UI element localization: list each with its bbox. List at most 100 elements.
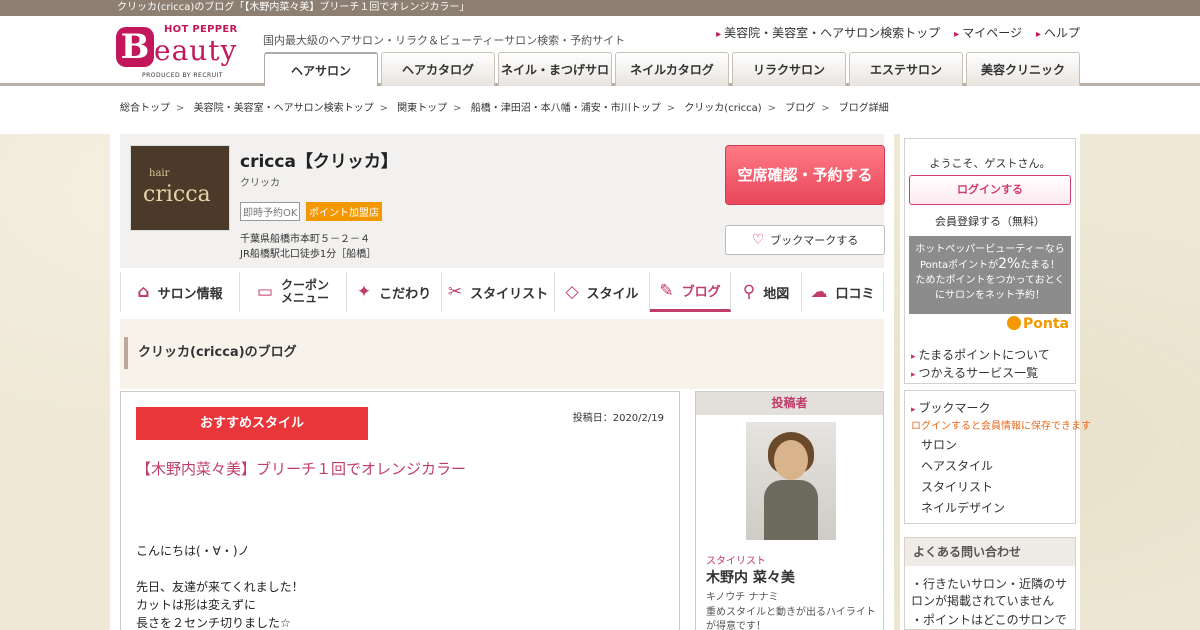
salon-nav-label: 地図 [763,286,790,302]
salon-logo-name-text: cricca [143,182,211,207]
tab-relax-salon[interactable]: リラクサロン [732,52,846,86]
ponta-line: ホットペッパービューティーなら [915,244,1065,255]
salon-nav-label: サロン情報 [157,286,223,302]
body-line: カットは形は変えずに [136,598,257,612]
ponta-logo: Ponta [1007,316,1069,332]
bookmark-item-hairstyle[interactable]: ヘアスタイル [921,457,993,474]
pencil-icon: ✎ [659,280,674,301]
welcome-text: ようこそ、ゲストさん。 [929,157,1051,170]
bookmark-item-nail[interactable]: ネイルデザイン [921,499,1005,516]
faq-item[interactable]: 行きたいサロン・近隣のサロンが掲載されていません [911,576,1071,610]
ponta-banner[interactable]: ホットペッパービューティーなら Pontaポイントが2%たまる！ ためたポイント… [909,236,1071,314]
point-link-services[interactable]: つかえるサービス一覧 [911,364,1039,381]
logo-b-mark: B [116,27,154,67]
bookmark-label: ブックマークする [770,234,859,247]
salon-nav-reviews[interactable]: ☁ 口コミ [802,272,884,312]
poster-name[interactable]: 木野内 菜々美 [706,567,795,587]
breadcrumb-item[interactable]: 関東トップ [397,103,447,114]
ponta-face-icon [1007,316,1021,330]
breadcrumb-item[interactable]: 美容院・美容室・ヘアサロン検索トップ [194,103,374,114]
bookmark-button[interactable]: ♡ ブックマークする [725,225,885,255]
hotpepper-beauty-logo[interactable]: HOT PEPPER B eauty PRODUCED BY RECRUIT [116,22,248,80]
body-line [136,560,304,578]
salon-address: 千葉県船橋市本町５－２－４ [240,234,370,245]
sparkle-icon: ✦ [356,282,372,302]
category-badge[interactable]: おすすめスタイル [136,407,368,440]
salon-nav-label: スタイリスト [470,286,549,302]
bookmark-note: ログインすると会員情報に保存できます [911,421,1091,432]
breadcrumb-item[interactable]: ブログ [785,103,815,114]
ponta-line: にサロンをネット予約！ [935,290,1045,301]
salon-name: cricca【クリッカ】 [240,152,398,172]
logo-produced-by: PRODUCED BY RECRUIT [142,72,224,79]
salon-nav-label: スタイル [586,286,639,302]
breadcrumb: 総合トップ > 美容院・美容室・ヘアサロン検索トップ > 関東トップ > 船橋・津田沼… [0,86,1200,134]
salon-nav-style[interactable]: ◇ スタイル [555,272,650,312]
salon-nav-label: ブログ [681,285,721,300]
salon-nav-coupon[interactable]: ▭ クーポン メニュー [240,272,347,312]
body-line: こんにちは(・∀・)ノ [136,544,250,558]
header-link-search-top[interactable]: 美容院・美容室・ヘアサロン検索トップ [716,24,940,41]
bookmark-item-stylist[interactable]: スタイリスト [921,478,993,495]
tab-hair-salon[interactable]: ヘアサロン [264,52,378,86]
ponta-line: Pontaポイントが [919,260,999,271]
main-content: hair cricca cricca【クリッカ】 クリッカ 即時予約OK ポイン… [110,134,894,630]
ponta-line: ためたポイントをつかっておとく [915,275,1065,286]
faq-box: よくある問い合わせ 行きたいサロン・近隣のサロンが掲載されていません ポイントは… [904,537,1076,630]
body-line: 長さを２センチ切りました☆ [136,616,291,630]
category-tabs: ヘアサロン ヘアカタログ ネイル・まつげサロン ネイルカタログ リラクサロン エ… [264,52,1080,111]
stylist-photo[interactable] [746,422,836,540]
article-title: 【木野内菜々美】ブリーチ１回でオレンジカラー [136,460,467,478]
blog-section-bar: クリッカ(cricca)のブログ [120,319,884,389]
header-link-mypage[interactable]: マイページ [954,24,1022,41]
salon-nav-map[interactable]: ⚲ 地図 [731,272,802,312]
salon-nav-stylist[interactable]: ✂ スタイリスト [442,272,555,312]
salon-nav: ⌂ サロン情報 ▭ クーポン メニュー ✦ こだわり ✂ スタイリスト ◇ スタイル ✎ ブロ… [120,272,884,314]
breadcrumb-item[interactable]: 船橋・津田沼・本八幡・浦安・市川トップ [471,103,661,114]
site-header: HOT PEPPER B eauty PRODUCED BY RECRUIT 国… [0,16,1200,111]
salon-nav-label: こだわり [379,286,432,302]
salon-nav-info[interactable]: ⌂ サロン情報 [120,272,240,312]
ponta-rate: 2% [998,256,1021,272]
blog-article: おすすめスタイル 投稿日：2020/2/19 【木野内菜々美】ブリーチ１回でオレ… [120,391,680,630]
salon-nav-label: メニュー [281,291,330,305]
heart-icon: ♡ [751,232,765,248]
bookmark-box: ブックマーク ログインすると会員情報に保存できます サロン ヘアスタイル スタイ… [904,390,1091,524]
faq-item[interactable]: ポイントはどこのサロンで使 [911,612,1071,630]
map-pin-icon: ⚲ [742,282,756,302]
breadcrumb-current: ブログ詳細 [838,103,889,114]
login-button[interactable]: ログインする [909,175,1071,205]
blog-section-title: クリッカ(cricca)のブログ [124,337,297,369]
article-body: こんにちは(・∀・)ノ 先日、友達が来てくれました！ カットは形は変えずに 長さ… [136,542,304,630]
tab-esthetic-salon[interactable]: エステサロン [849,52,963,86]
poster-card: 投稿者 スタイリスト 木野内 菜々美 キノウチ ナナミ 重めスタイルと動きが出る… [695,391,884,630]
body-line: 先日、友達が来てくれました！ [136,580,304,594]
breadcrumb-item[interactable]: クリッカ(cricca) [684,103,761,114]
post-date: 投稿日：2020/2/19 [572,413,664,424]
salon-header: hair cricca cricca【クリッカ】 クリッカ 即時予約OK ポイン… [120,134,885,268]
point-member-badge: ポイント加盟店 [306,202,382,221]
poster-header: 投稿者 [696,392,883,415]
tab-nail-eyelash-salon[interactable]: ネイル・まつげサロン [498,52,612,111]
tab-beauty-clinic[interactable]: 美容クリニック [966,52,1080,86]
salon-logo-image: hair cricca [130,145,230,231]
salon-access: JR船橋駅北口徒歩1分［船橋］ [240,249,377,260]
point-link-about[interactable]: たまるポイントについて [911,346,1050,363]
breadcrumb-item[interactable]: 総合トップ [120,103,170,114]
register-link[interactable]: 会員登録する（無料） [905,213,1075,229]
poster-kana: キノウチ ナナミ [706,592,779,603]
chat-icon: ☁ [810,282,828,302]
instant-booking-badge: 即時予約OK [240,202,301,221]
reserve-button[interactable]: 空席確認・予約する [725,145,885,205]
tab-nail-catalog[interactable]: ネイルカタログ [615,52,729,86]
photo-icon: ◇ [565,282,579,302]
salon-logo-hair-text: hair [149,168,170,179]
header-link-help[interactable]: ヘルプ [1036,24,1080,41]
header-links: 美容院・美容室・ヘアサロン検索トップ マイページ ヘルプ [716,24,1080,41]
salon-nav-kodawari[interactable]: ✦ こだわり [347,272,442,312]
bookmark-title[interactable]: ブックマーク [911,399,991,416]
bookmark-item-salon[interactable]: サロン [921,436,957,453]
scissors-icon: ✂ [447,282,463,302]
tab-hair-catalog[interactable]: ヘアカタログ [381,52,495,86]
salon-nav-blog[interactable]: ✎ ブログ [650,272,731,312]
